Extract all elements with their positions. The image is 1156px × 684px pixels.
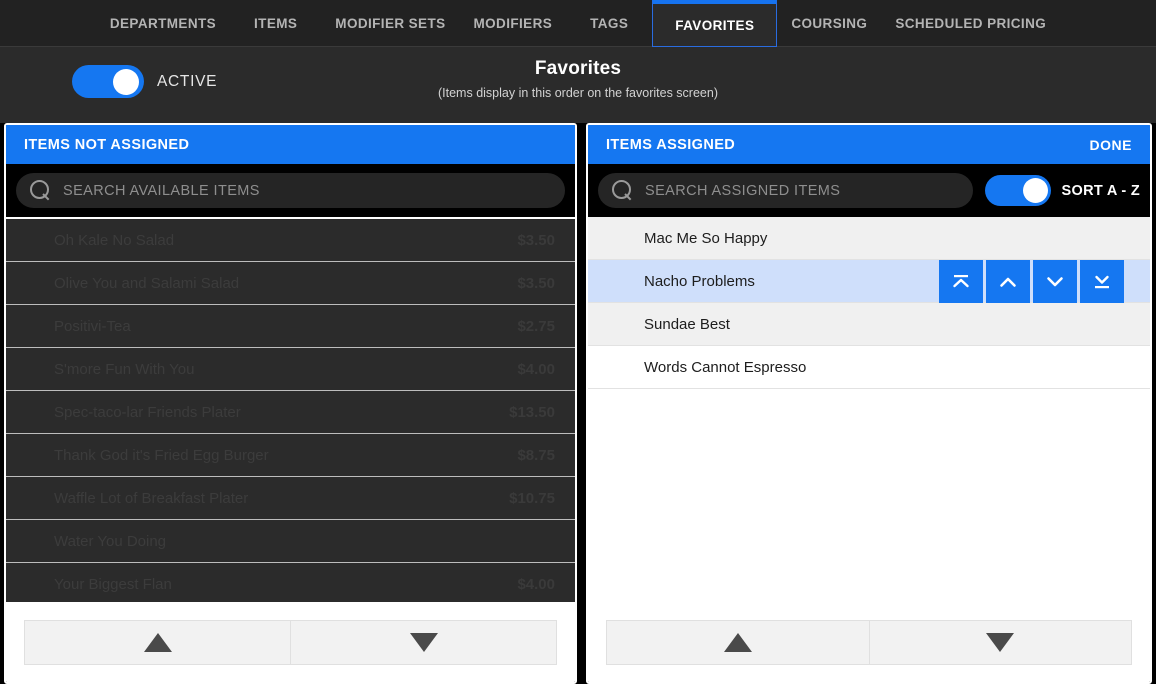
unassigned-item-name: Spec-taco-lar Friends Plater bbox=[54, 403, 241, 421]
triangle-down-icon bbox=[409, 632, 438, 652]
tab-items[interactable]: ITEMS bbox=[240, 0, 311, 47]
sort-toggle-group: SORT A - Z bbox=[984, 175, 1140, 206]
tab-tags[interactable]: TAGS bbox=[576, 0, 642, 47]
tab-list: DEPARTMENTS ITEMS MODIFIER SETS MODIFIERS TA… bbox=[0, 0, 1156, 47]
move-to-bottom-button[interactable] bbox=[1080, 260, 1124, 303]
right-panel-header: ITEMS ASSIGNED DONE bbox=[588, 125, 1150, 164]
right-scroll-down-button[interactable] bbox=[869, 619, 1132, 665]
sort-az-toggle-knob bbox=[1022, 178, 1048, 203]
search-icon bbox=[30, 180, 51, 201]
page-title-block: Favorites (Items display in this order o… bbox=[0, 58, 1156, 100]
search-assigned-items-placeholder: SEARCH ASSIGNED ITEMS bbox=[645, 182, 841, 199]
right-pager bbox=[606, 619, 1132, 665]
left-panel-title: ITEMS NOT ASSIGNED bbox=[24, 136, 190, 153]
page-title: Favorites bbox=[534, 58, 622, 79]
right-scroll-up-button[interactable] bbox=[606, 619, 870, 665]
move-down-button[interactable] bbox=[1033, 260, 1077, 303]
unassigned-item-row[interactable]: Thank God it's Fried Egg Burger $8.75 bbox=[6, 434, 575, 477]
reorder-button-group bbox=[939, 260, 1124, 303]
unassigned-items-list[interactable]: Oh Kale No Salad $3.50 Olive You and Salam… bbox=[6, 217, 575, 602]
unassigned-item-row[interactable]: Oh Kale No Salad $3.50 bbox=[6, 219, 575, 262]
unassigned-item-row[interactable]: Spec-taco-lar Friends Plater $13.50 bbox=[6, 391, 575, 434]
assigned-item-row[interactable]: Nacho Problems bbox=[588, 260, 1150, 303]
main-tab-bar: DEPARTMENTS ITEMS MODIFIER SETS MODIFIERS TA… bbox=[0, 0, 1156, 47]
unassigned-item-name: Waffle Lot of Breakfast Plater bbox=[54, 489, 249, 507]
unassigned-item-row[interactable]: Olive You and Salami Salad $3.50 bbox=[6, 262, 575, 305]
assigned-item-row[interactable]: Words Cannot Espresso bbox=[588, 346, 1150, 389]
move-up-icon bbox=[997, 272, 1019, 292]
left-scroll-up-button[interactable] bbox=[24, 619, 291, 665]
unassigned-item-name: S'more Fun With You bbox=[54, 360, 195, 378]
unassigned-item-row[interactable]: Your Biggest Flan $4.00 bbox=[6, 563, 575, 602]
assigned-item-name: Sundae Best bbox=[644, 315, 730, 333]
move-to-bottom-icon bbox=[1091, 272, 1113, 292]
left-pager bbox=[24, 619, 557, 665]
unassigned-item-price: $4.00 bbox=[517, 576, 555, 593]
unassigned-item-name: Olive You and Salami Salad bbox=[54, 274, 240, 292]
right-panel-footer bbox=[588, 602, 1150, 682]
search-assigned-items-input[interactable]: SEARCH ASSIGNED ITEMS bbox=[598, 173, 973, 208]
search-available-items-input[interactable]: SEARCH AVAILABLE ITEMS bbox=[16, 173, 565, 208]
move-up-button[interactable] bbox=[986, 260, 1030, 303]
move-down-icon bbox=[1044, 272, 1066, 292]
unassigned-item-row[interactable]: Positivi-Tea $2.75 bbox=[6, 305, 575, 348]
unassigned-item-price: $4.00 bbox=[517, 360, 555, 378]
assigned-item-row[interactable]: Mac Me So Happy bbox=[588, 217, 1150, 260]
assigned-items-list[interactable]: Mac Me So Happy Nacho Problems Sundae Best… bbox=[588, 217, 1150, 602]
search-available-items-placeholder: SEARCH AVAILABLE ITEMS bbox=[63, 182, 260, 199]
assigned-item-name: Nacho Problems bbox=[644, 272, 755, 290]
move-to-top-button[interactable] bbox=[939, 260, 983, 303]
assigned-item-row[interactable]: Sundae Best bbox=[588, 303, 1150, 346]
tab-modifiers[interactable]: MODIFIERS bbox=[460, 0, 567, 47]
panels-container: ITEMS NOT ASSIGNED SEARCH AVAILABLE ITEM… bbox=[0, 123, 1156, 684]
unassigned-item-price: $13.50 bbox=[509, 403, 555, 421]
move-to-top-icon bbox=[950, 272, 972, 292]
unassigned-item-name: Positivi-Tea bbox=[54, 317, 131, 335]
unassigned-item-price: $10.75 bbox=[509, 489, 555, 507]
left-panel-header: ITEMS NOT ASSIGNED bbox=[6, 125, 575, 164]
assigned-item-name: Words Cannot Espresso bbox=[644, 358, 807, 376]
right-panel-title: ITEMS ASSIGNED bbox=[606, 136, 736, 153]
items-not-assigned-panel: ITEMS NOT ASSIGNED SEARCH AVAILABLE ITEM… bbox=[4, 123, 577, 684]
sort-az-toggle[interactable] bbox=[984, 175, 1051, 206]
left-panel-footer bbox=[6, 602, 575, 682]
search-icon bbox=[612, 180, 633, 201]
tab-favorites[interactable]: FAVORITES bbox=[652, 0, 778, 47]
triangle-down-icon bbox=[986, 632, 1015, 652]
tab-modifier-sets[interactable]: MODIFIER SETS bbox=[321, 0, 459, 47]
unassigned-item-price: $3.50 bbox=[517, 274, 555, 292]
unassigned-item-name: Oh Kale No Salad bbox=[54, 231, 175, 249]
unassigned-item-row[interactable]: S'more Fun With You $4.00 bbox=[6, 348, 575, 391]
unassigned-item-price: $2.75 bbox=[517, 317, 555, 335]
unassigned-item-row[interactable]: Waffle Lot of Breakfast Plater $10.75 bbox=[6, 477, 575, 520]
left-search-bar: SEARCH AVAILABLE ITEMS bbox=[6, 164, 575, 217]
unassigned-item-row[interactable]: Water You Doing bbox=[6, 520, 575, 563]
unassigned-item-name: Thank God it's Fried Egg Burger bbox=[54, 446, 269, 464]
right-search-bar: SEARCH ASSIGNED ITEMS SORT A - Z bbox=[588, 164, 1150, 217]
sort-az-label: SORT A - Z bbox=[1061, 182, 1140, 199]
unassigned-item-name: Water You Doing bbox=[54, 532, 167, 550]
unassigned-item-name: Your Biggest Flan bbox=[54, 576, 172, 593]
favorites-screen: DEPARTMENTS ITEMS MODIFIER SETS MODIFIERS TA… bbox=[0, 0, 1156, 684]
triangle-up-icon bbox=[723, 632, 752, 652]
left-scroll-down-button[interactable] bbox=[291, 619, 557, 665]
tab-coursing[interactable]: COURSING bbox=[777, 0, 881, 47]
page-header: ACTIVE Favorites (Items display in this … bbox=[0, 47, 1156, 123]
items-assigned-panel: ITEMS ASSIGNED DONE SEARCH ASSIGNED ITEM… bbox=[586, 123, 1152, 684]
done-button[interactable]: DONE bbox=[1090, 137, 1132, 153]
assigned-item-name: Mac Me So Happy bbox=[644, 229, 768, 247]
page-subtitle: (Items display in this order on the favo… bbox=[438, 86, 718, 100]
triangle-up-icon bbox=[143, 632, 172, 652]
unassigned-item-price: $3.50 bbox=[517, 231, 555, 249]
tab-departments[interactable]: DEPARTMENTS bbox=[96, 0, 230, 47]
unassigned-item-price: $8.75 bbox=[517, 446, 555, 464]
tab-scheduled-pricing[interactable]: SCHEDULED PRICING bbox=[881, 0, 1060, 47]
